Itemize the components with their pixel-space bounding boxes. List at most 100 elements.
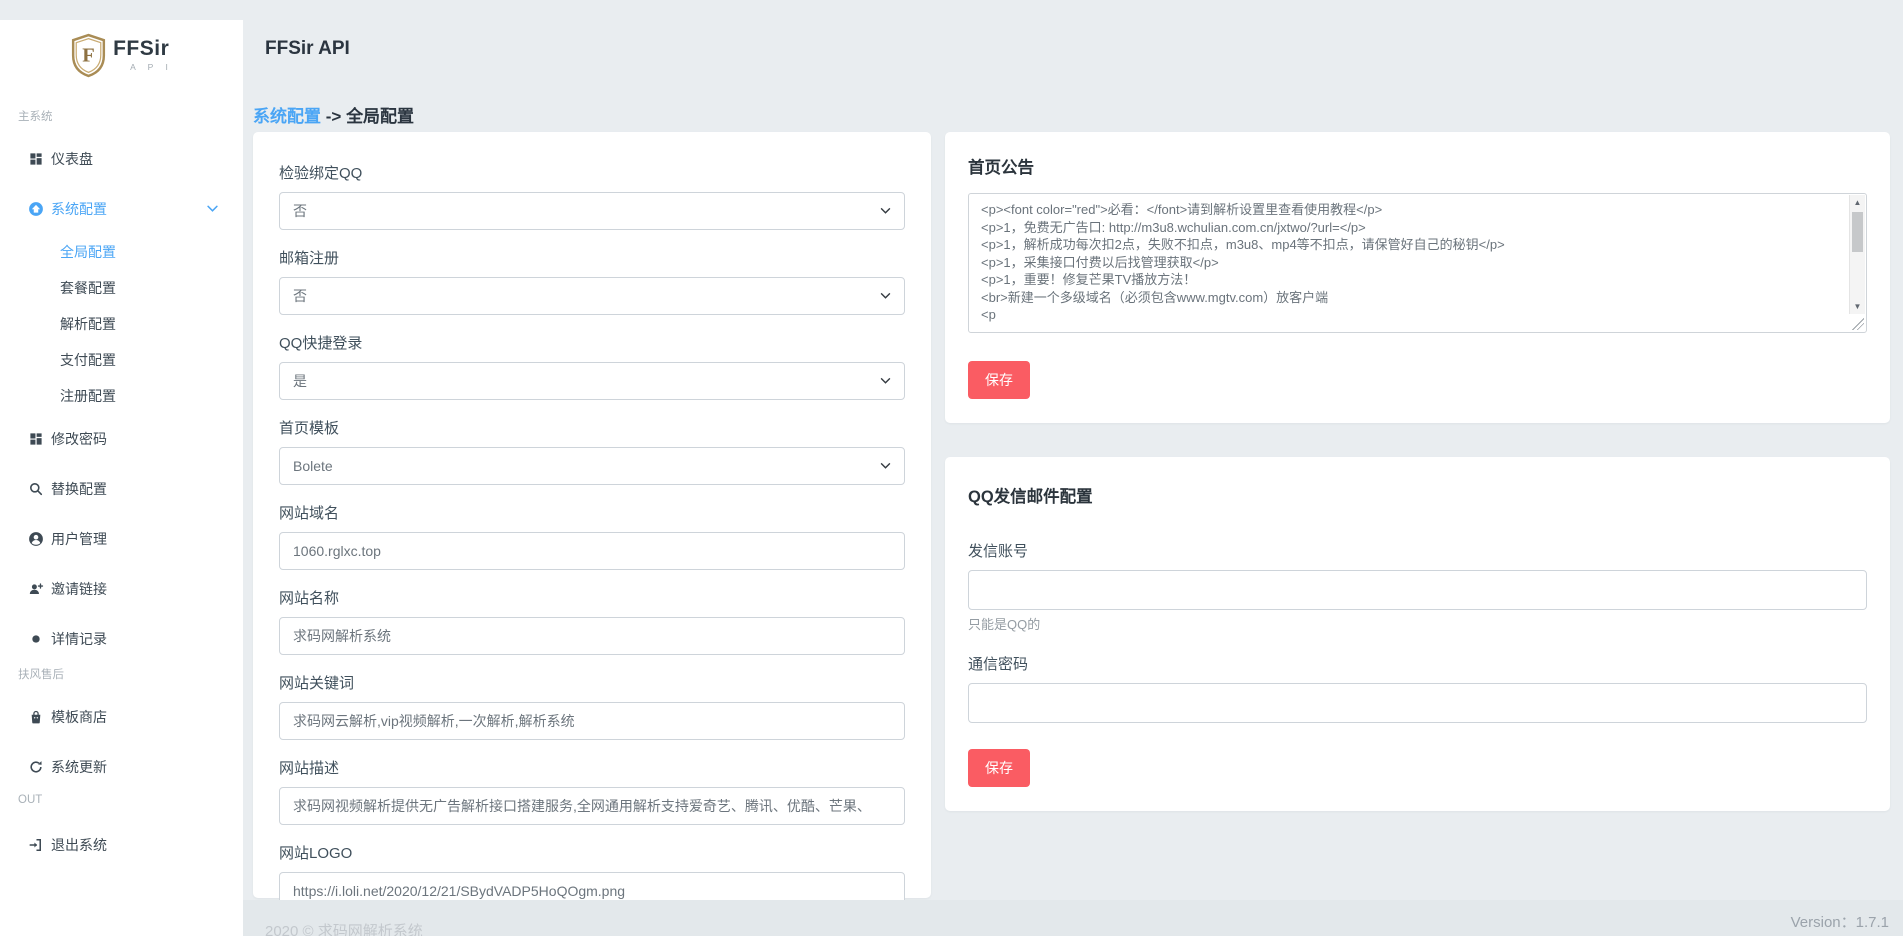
email-register-select[interactable]: 否 — [279, 277, 905, 315]
resize-grip-icon[interactable] — [1852, 318, 1864, 330]
field-email-register: 邮箱注册 否 — [279, 247, 905, 315]
field-label: 网站关键词 — [279, 672, 905, 693]
sidebar-item-label: 修改密码 — [51, 429, 107, 449]
breadcrumb: 系统配置 -> 全局配置 — [253, 102, 414, 127]
comm-password-input[interactable] — [968, 683, 1867, 723]
sign-out-icon — [28, 837, 44, 853]
field-label: 网站描述 — [279, 757, 905, 778]
sidebar-item-replace-config[interactable]: 替换配置 — [0, 464, 243, 514]
footer-copyright: 2020 © 求码网解析系统 — [265, 920, 423, 936]
sidebar-item-label: 邀请链接 — [51, 579, 107, 599]
page-title: FFSir API — [265, 38, 350, 60]
sidebar-subitem-package-config[interactable]: 套餐配置 — [0, 270, 243, 306]
sidebar-item-label: 用户管理 — [51, 529, 107, 549]
brand-name: FFSir — [113, 38, 173, 59]
scrollbar[interactable]: ▲ ▼ — [1849, 195, 1865, 314]
scroll-down-icon[interactable]: ▼ — [1850, 299, 1865, 314]
home-template-select[interactable]: Bolete — [279, 447, 905, 485]
refresh-icon — [28, 759, 44, 775]
dot-icon — [28, 631, 44, 647]
sidebar-subitem-label: 全局配置 — [60, 242, 116, 262]
announcement-title: 首页公告 — [968, 154, 1867, 178]
sidebar-item-label: 仪表盘 — [51, 149, 93, 169]
select-value: 否 — [293, 286, 307, 306]
scrollbar-thumb[interactable] — [1852, 212, 1863, 252]
svg-text:F: F — [82, 44, 94, 66]
sidebar-subitem-label: 支付配置 — [60, 350, 116, 370]
brand-logo[interactable]: F FFSir A P I — [0, 20, 243, 84]
sender-account-label: 发信账号 — [968, 540, 1867, 561]
breadcrumb-arrow: -> — [326, 107, 342, 126]
shield-logo-icon: F — [70, 33, 107, 78]
field-label: 网站LOGO — [279, 842, 905, 863]
qq-mail-save-button[interactable]: 保存 — [968, 749, 1030, 787]
select-value: 否 — [293, 201, 307, 221]
announcement-save-button[interactable]: 保存 — [968, 361, 1030, 399]
home-circle-icon — [28, 201, 44, 217]
sidebar-subitem-label: 解析配置 — [60, 314, 116, 334]
sidebar-item-system-config[interactable]: 系统配置 — [0, 184, 243, 234]
scroll-up-icon[interactable]: ▲ — [1850, 195, 1865, 210]
sidebar-item-user-manage[interactable]: 用户管理 — [0, 514, 243, 564]
right-column: 首页公告 <p><font color="red">必看：</font>请到解析… — [945, 132, 1890, 811]
sidebar: F FFSir A P I 主系统 仪表盘 系统配置 全局配置 — [0, 20, 243, 936]
sidebar-section-main: 主系统 — [18, 108, 243, 122]
field-check-bind-qq: 检验绑定QQ 否 — [279, 162, 905, 230]
field-home-template: 首页模板 Bolete — [279, 417, 905, 485]
sidebar-subitem-global-config[interactable]: 全局配置 — [0, 234, 243, 270]
brand-subtitle: A P I — [113, 63, 173, 72]
shopping-bag-icon — [28, 709, 44, 725]
global-config-card: 检验绑定QQ 否 邮箱注册 否 QQ快捷登录 是 — [253, 132, 931, 898]
sidebar-item-template-store[interactable]: 模板商店 — [0, 692, 243, 742]
field-qq-quick-login: QQ快捷登录 是 — [279, 332, 905, 400]
comm-password-label: 通信密码 — [968, 653, 1867, 674]
sidebar-item-label: 系统更新 — [51, 757, 107, 777]
sidebar-item-dashboard[interactable]: 仪表盘 — [0, 134, 243, 184]
grid-icon — [28, 151, 44, 167]
footer-version: Version：1.7.1 — [1791, 911, 1889, 932]
chevron-down-icon — [207, 206, 218, 213]
main-content: FFSir API 系统配置 -> 全局配置 检验绑定QQ 否 邮箱注册 否 — [243, 0, 1903, 936]
sidebar-subitem-register-config[interactable]: 注册配置 — [0, 378, 243, 414]
announcement-card: 首页公告 <p><font color="red">必看：</font>请到解析… — [945, 132, 1890, 423]
field-site-domain: 网站域名 — [279, 502, 905, 570]
field-site-name: 网站名称 — [279, 587, 905, 655]
sidebar-section-after-sale: 扶风售后 — [18, 666, 243, 680]
breadcrumb-section-link[interactable]: 系统配置 — [253, 107, 321, 126]
sidebar-section-out: OUT — [18, 794, 243, 808]
sender-account-input[interactable] — [968, 570, 1867, 610]
grid-icon — [28, 431, 44, 447]
chevron-down-icon — [880, 463, 891, 470]
chevron-down-icon — [880, 208, 891, 215]
sidebar-subitem-parse-config[interactable]: 解析配置 — [0, 306, 243, 342]
sidebar-item-detail-records[interactable]: 详情记录 — [0, 614, 243, 664]
qq-mail-card: QQ发信邮件配置 发信账号 只能是QQ的 通信密码 保存 — [945, 457, 1890, 811]
sidebar-item-invite-link[interactable]: 邀请链接 — [0, 564, 243, 614]
sidebar-item-change-password[interactable]: 修改密码 — [0, 414, 243, 464]
sidebar-item-label: 系统配置 — [51, 199, 107, 219]
site-description-input[interactable] — [279, 787, 905, 825]
qq-mail-title: QQ发信邮件配置 — [968, 483, 1867, 507]
sender-account-hint: 只能是QQ的 — [968, 614, 1867, 633]
field-site-keywords: 网站关键词 — [279, 672, 905, 740]
sidebar-item-system-update[interactable]: 系统更新 — [0, 742, 243, 792]
sidebar-item-label: 退出系统 — [51, 835, 107, 855]
site-domain-input[interactable] — [279, 532, 905, 570]
field-label: 网站名称 — [279, 587, 905, 608]
qq-quick-login-select[interactable]: 是 — [279, 362, 905, 400]
field-label: 检验绑定QQ — [279, 162, 905, 183]
announcement-textarea[interactable]: <p><font color="red">必看：</font>请到解析设置里查看… — [968, 193, 1867, 333]
field-label: QQ快捷登录 — [279, 332, 905, 353]
chevron-down-icon — [880, 293, 891, 300]
sidebar-subitem-pay-config[interactable]: 支付配置 — [0, 342, 243, 378]
site-keywords-input[interactable] — [279, 702, 905, 740]
breadcrumb-page: 全局配置 — [346, 107, 414, 126]
field-label: 首页模板 — [279, 417, 905, 438]
chevron-down-icon — [880, 378, 891, 385]
sidebar-item-label: 替换配置 — [51, 479, 107, 499]
sidebar-subitem-label: 套餐配置 — [60, 278, 116, 298]
site-name-input[interactable] — [279, 617, 905, 655]
sidebar-item-logout[interactable]: 退出系统 — [0, 820, 243, 870]
select-value: Bolete — [293, 458, 333, 474]
check-bind-qq-select[interactable]: 否 — [279, 192, 905, 230]
